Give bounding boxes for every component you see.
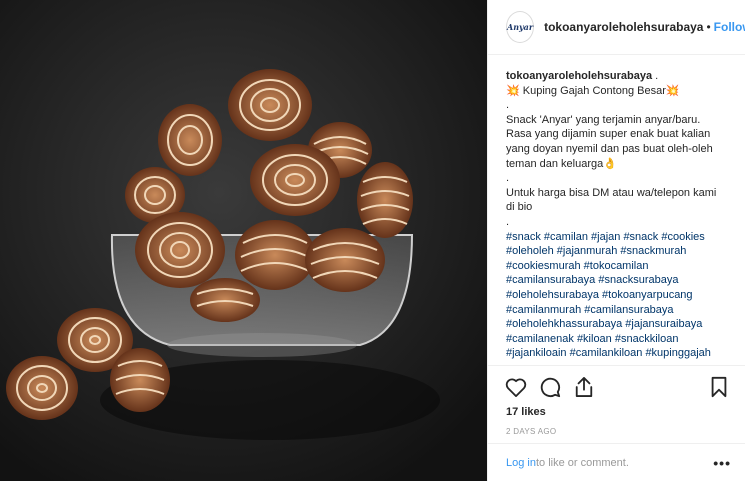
action-bar xyxy=(488,372,745,402)
hashtag-link[interactable]: #snack xyxy=(506,231,541,243)
hashtag-line: #snack #camilan #jajan #snack #cookies xyxy=(506,230,733,245)
save-button[interactable] xyxy=(707,375,731,399)
caption-dot: . xyxy=(506,99,510,112)
hashtag-link[interactable]: #jajansuraibaya xyxy=(625,318,702,330)
hashtag-link[interactable]: #camilanenak xyxy=(506,333,574,345)
comment-bar: Log in to like or comment. ••• xyxy=(488,443,745,481)
likes-count[interactable]: 17 likes xyxy=(488,402,745,418)
hashtag-link[interactable]: #tokoanyarpucang xyxy=(602,289,693,301)
caption-title-text: Kuping Gajah Contong Besar xyxy=(519,84,666,97)
caption-body-line: yang doyan nyemil dan pas buat oleh-oleh xyxy=(506,142,713,155)
hashtag-link[interactable]: #oleholehkhassurabaya xyxy=(506,318,622,330)
hashtag-list: #snack #camilan #jajan #snack #cookies #o… xyxy=(506,230,733,361)
caption: tokoanyaroleholehsurabaya . 💥 Kuping Gaj… xyxy=(488,55,745,366)
ok-hand-emoji: 👌 xyxy=(603,157,617,170)
hashtag-link[interactable]: #tokocamilan xyxy=(584,260,649,272)
hashtag-line: #cookiesmurah #tokocamilan xyxy=(506,259,733,274)
header-separator: • xyxy=(706,20,711,34)
hashtag-link[interactable]: #oleholeh xyxy=(506,245,554,257)
comment-bar-text: to like or comment. xyxy=(535,456,629,469)
post-header: Anyar tokoanyaroleholehsurabaya • Follow xyxy=(488,0,745,55)
post-photo[interactable] xyxy=(0,0,487,481)
explosion-emoji-right: 💥 xyxy=(665,84,680,97)
hashtag-line: #oleholeh #jajanmurah #snackmurah xyxy=(506,244,733,259)
heart-icon xyxy=(505,378,527,397)
hashtag-link[interactable]: #camilansurabaya xyxy=(506,274,595,286)
hashtag-line: #oleholehkhassurabaya #jajansuraibaya xyxy=(506,317,733,332)
caption-body-last: teman dan keluarga xyxy=(506,157,604,170)
follow-button[interactable]: Follow xyxy=(714,20,745,34)
caption-username[interactable]: tokoanyaroleholehsurabaya xyxy=(506,70,652,82)
hashtag-line: #jajankiloain #camilankiloan #kupinggaja… xyxy=(506,346,733,361)
hashtag-link[interactable]: #cookiesmurah xyxy=(506,260,581,272)
hashtag-link[interactable]: #oleholehsurabaya xyxy=(506,289,599,301)
avatar[interactable]: Anyar xyxy=(506,11,535,43)
hashtag-link[interactable]: #jajan xyxy=(591,231,620,243)
bookmark-icon xyxy=(711,376,727,398)
caption-dot: . xyxy=(506,172,510,185)
caption-price-line: di bio xyxy=(506,201,533,214)
explosion-emoji-left: 💥 xyxy=(506,84,520,97)
caption-body-line: Snack 'Anyar' yang terjamin anyar/baru. xyxy=(506,113,701,126)
hashtag-link[interactable]: #kiloan xyxy=(577,333,612,345)
caption-title: 💥 Kuping Gajah Contong Besar💥 xyxy=(506,84,733,99)
header-username[interactable]: tokoanyaroleholehsurabaya xyxy=(544,20,703,34)
hashtag-line: #camilansurabaya #snacksurabaya xyxy=(506,273,733,288)
caption-dot: . xyxy=(506,215,510,228)
post-sidebar: Anyar tokoanyaroleholehsurabaya • Follow… xyxy=(487,0,745,481)
like-button[interactable] xyxy=(504,375,528,399)
hashtag-link[interactable]: #snacksurabaya xyxy=(598,274,678,286)
instagram-post: Anyar tokoanyaroleholehsurabaya • Follow… xyxy=(0,0,745,481)
hashtag-link[interactable]: #kupinggajah xyxy=(645,347,710,359)
avatar-logo-text: Anyar xyxy=(507,22,534,32)
hashtag-link[interactable]: #jajankiloain xyxy=(506,347,567,359)
share-icon xyxy=(575,376,593,397)
post-date: 2 DAYS AGO xyxy=(506,427,557,436)
snack-bowl-photo xyxy=(0,0,487,481)
hashtag-link[interactable]: #camilankiloan xyxy=(570,347,643,359)
hashtag-line: #oleholehsurabaya #tokoanyarpucang xyxy=(506,288,733,303)
more-options-button[interactable]: ••• xyxy=(713,455,731,471)
hashtag-link[interactable]: #snackmurah xyxy=(620,245,686,257)
comment-button[interactable] xyxy=(538,375,562,399)
caption-username-suffix: . xyxy=(652,70,659,82)
hashtag-link[interactable]: #camilansurabaya xyxy=(584,304,673,316)
hashtag-link[interactable]: #camilanmurah xyxy=(506,304,581,316)
share-button[interactable] xyxy=(572,375,596,399)
login-link[interactable]: Log in xyxy=(506,457,536,469)
caption-body-line: teman dan keluarga👌 xyxy=(506,157,733,172)
hashtag-link[interactable]: #camilan xyxy=(544,231,588,243)
comment-bubble-icon xyxy=(540,377,561,398)
caption-price-line: Untuk harga bisa DM atau wa/telepon kami xyxy=(506,186,717,199)
hashtag-link[interactable]: #snackkiloan xyxy=(615,333,679,345)
caption-body-line: Rasa yang dijamin super enak buat kalian xyxy=(506,128,711,141)
hashtag-link[interactable]: #cookies xyxy=(661,231,704,243)
hashtag-link[interactable]: #snack xyxy=(623,231,658,243)
hashtag-line: #camilanenak #kiloan #snackkiloan xyxy=(506,332,733,347)
hashtag-link[interactable]: #jajanmurah xyxy=(557,245,618,257)
hashtag-line: #camilanmurah #camilansurabaya xyxy=(506,303,733,318)
